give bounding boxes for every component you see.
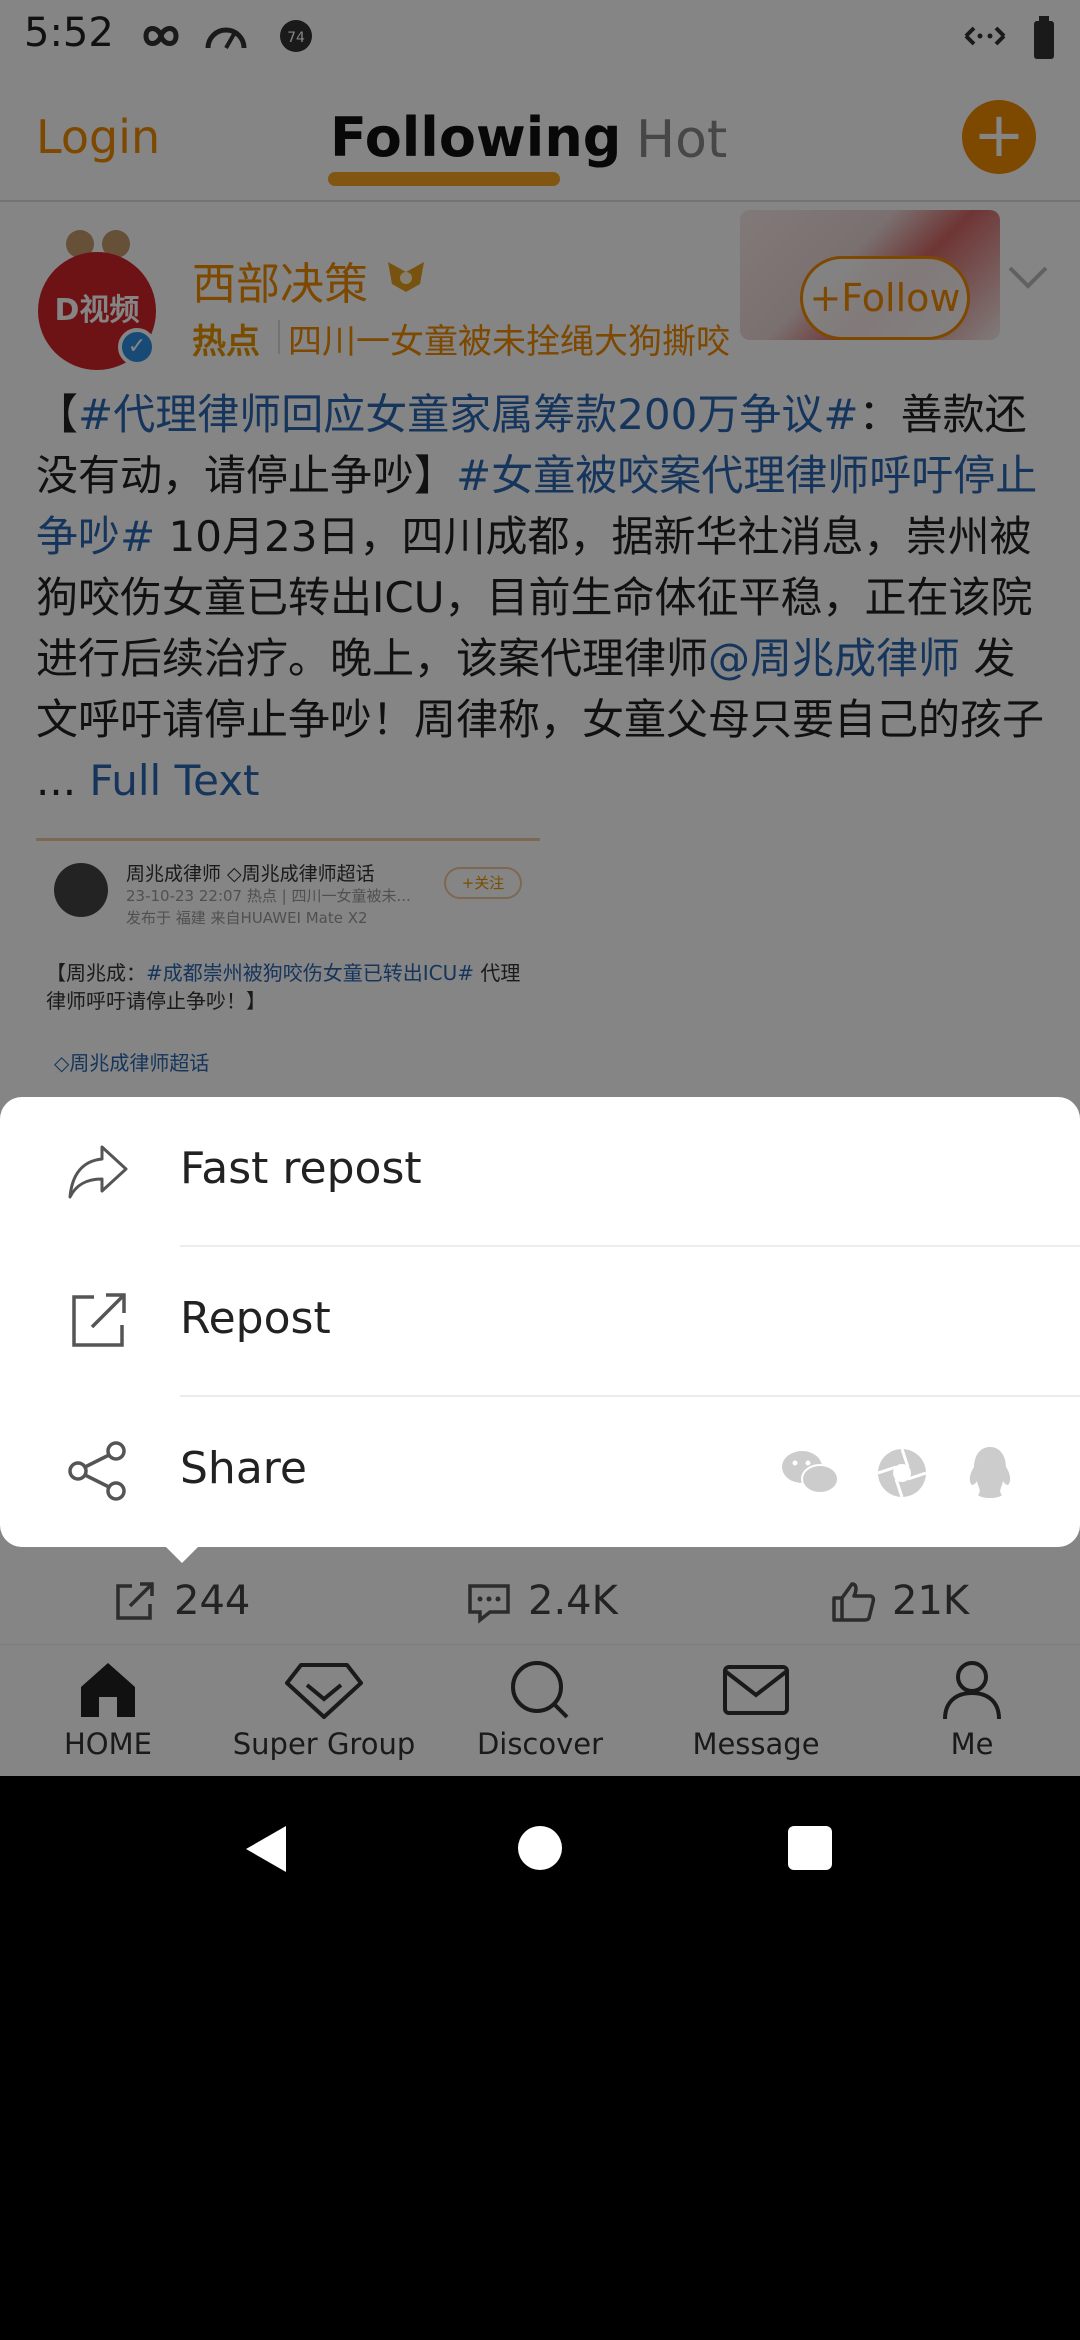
repost-label: Repost [180, 1293, 331, 1344]
forward-arrow-icon [68, 1145, 128, 1199]
share-option[interactable]: Share [0, 1397, 1080, 1547]
recent-apps-button[interactable] [788, 1826, 832, 1870]
back-icon[interactable] [242, 1824, 290, 1874]
home-button[interactable] [518, 1826, 562, 1870]
share-label: Share [180, 1443, 307, 1494]
share-nodes-icon [68, 1441, 126, 1501]
app-screen: 5:52 74 Login Following Hot + D视频 ✓ 西部决策… [0, 0, 1080, 1776]
qq-icon[interactable] [960, 1443, 1020, 1503]
repost-share-sheet: Fast repost Repost Share [0, 1097, 1080, 1563]
system-nav-bar [0, 1776, 1080, 1920]
moments-icon[interactable] [872, 1443, 932, 1503]
fast-repost-label: Fast repost [180, 1143, 422, 1194]
wechat-icon[interactable] [780, 1443, 840, 1503]
fast-repost-option[interactable]: Fast repost [0, 1097, 1080, 1247]
repost-option[interactable]: Repost [0, 1247, 1080, 1397]
repost-icon [72, 1293, 126, 1347]
